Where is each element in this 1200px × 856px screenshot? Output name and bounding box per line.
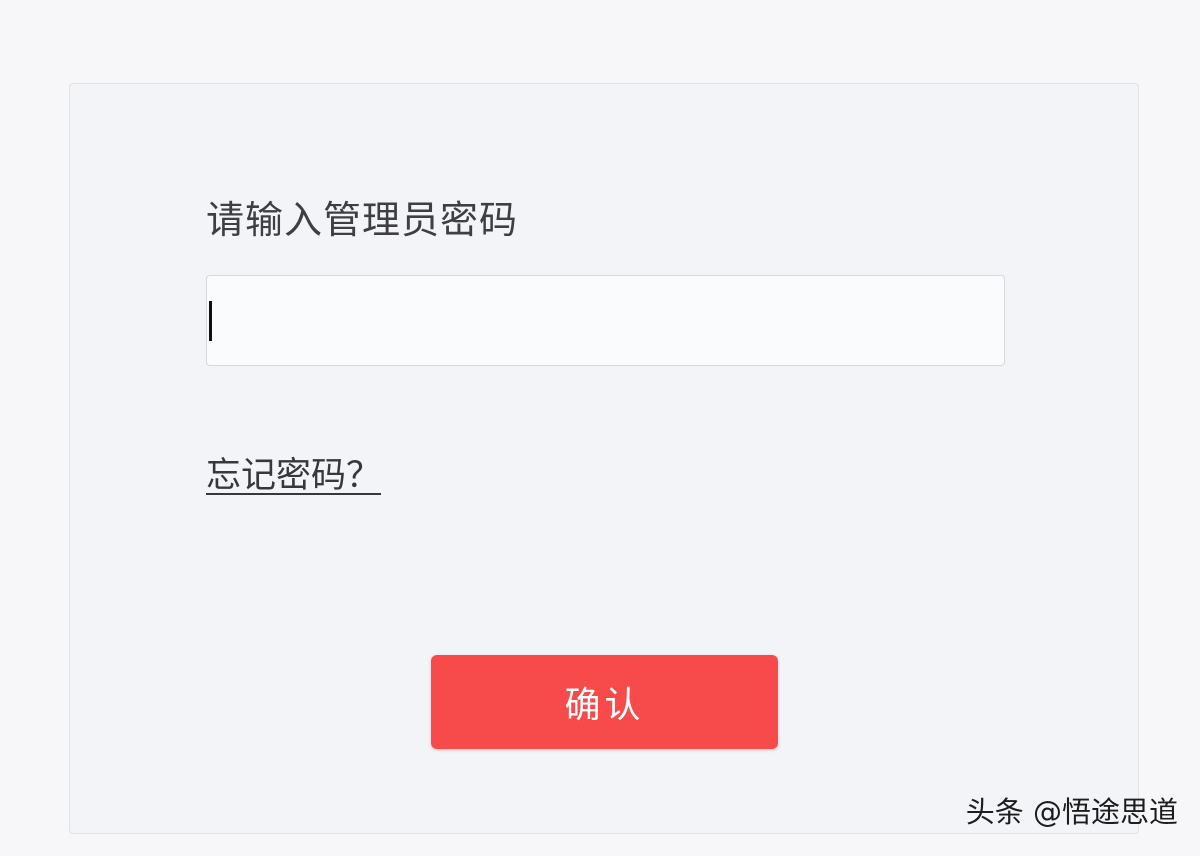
password-prompt-label: 请输入管理员密码	[206, 198, 519, 242]
forgot-password-link[interactable]: 忘记密码？	[206, 456, 381, 496]
login-panel: 请输入管理员密码 忘记密码？ 确认	[69, 83, 1139, 834]
admin-password-input[interactable]	[206, 275, 1005, 366]
confirm-button[interactable]: 确认	[431, 655, 778, 749]
watermark-text: 头条 @悟途思道	[965, 795, 1178, 829]
